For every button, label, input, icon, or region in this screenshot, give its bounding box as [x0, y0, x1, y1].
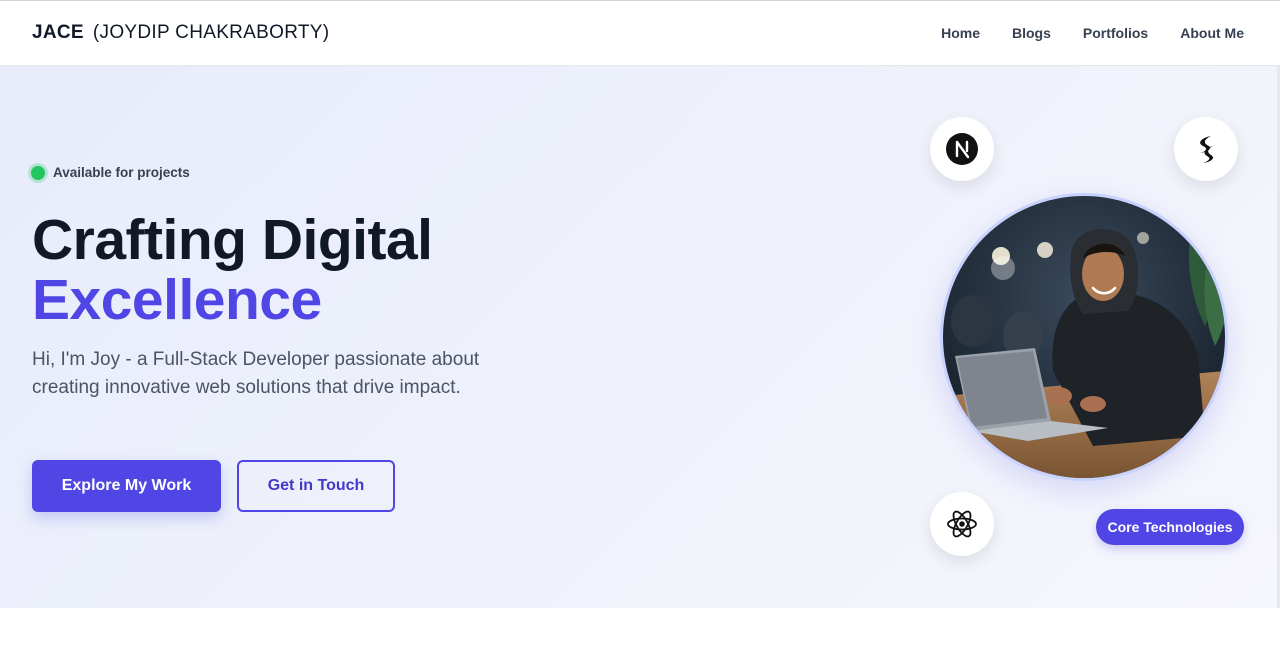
tailwind-icon — [1174, 117, 1238, 181]
nextjs-icon — [930, 117, 994, 181]
portrait-image — [943, 196, 1225, 478]
status-dot-icon — [31, 165, 45, 180]
hero-subtitle: Hi, I'm Joy - a Full-Stack Developer pas… — [32, 349, 480, 398]
developer-portrait — [940, 193, 1228, 481]
top-navbar: JACE (JOYDIP CHAKRABORTY) Home Blogs Por… — [0, 0, 1280, 66]
explore-work-button[interactable]: Explore My Work — [32, 460, 221, 512]
brand-short-name: JACE — [32, 22, 84, 43]
headline-line-1: Crafting Digital — [32, 208, 433, 272]
nav-links: Home Blogs Portfolios About Me — [941, 25, 1244, 41]
nav-link-portfolios[interactable]: Portfolios — [1083, 25, 1148, 41]
nav-link-about-me[interactable]: About Me — [1180, 25, 1244, 41]
availability-status: Available for projects — [31, 165, 190, 180]
nav-link-home[interactable]: Home — [941, 25, 980, 41]
headline-line-2: Excellence — [32, 268, 322, 332]
get-in-touch-button[interactable]: Get in Touch — [237, 460, 395, 512]
react-icon — [930, 492, 994, 556]
nav-link-blogs[interactable]: Blogs — [1012, 25, 1051, 41]
core-technologies-badge[interactable]: Core Technologies — [1096, 509, 1244, 545]
status-text: Available for projects — [53, 165, 190, 180]
brand-full-name: (JOYDIP CHAKRABORTY) — [92, 22, 330, 43]
hero-headline: Crafting Digital Excellence — [32, 210, 433, 330]
hero-section: Available for projects Crafting Digital … — [0, 66, 1280, 608]
brand-logo[interactable]: JACE (JOYDIP CHAKRABORTY) — [32, 22, 329, 44]
